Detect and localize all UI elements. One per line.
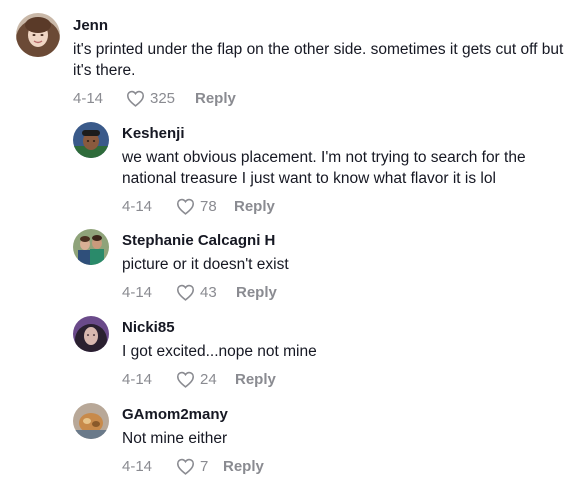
avatar[interactable] (73, 229, 109, 265)
like-count: 43 (200, 283, 217, 301)
like-button[interactable]: 7 (176, 458, 223, 475)
like-button[interactable]: 78 (176, 198, 234, 215)
like-count: 24 (200, 370, 217, 388)
user-avatar-icon (16, 13, 60, 57)
heart-outline-icon (176, 371, 195, 388)
reply-button[interactable]: Reply (195, 90, 236, 107)
avatar[interactable] (73, 122, 109, 158)
heart-outline-icon (126, 90, 145, 107)
reply-button[interactable]: Reply (236, 284, 277, 301)
comment-date: 4-14 (122, 457, 153, 475)
comment-username[interactable]: Jenn (73, 16, 573, 36)
like-button[interactable]: 24 (176, 371, 235, 388)
comment-text: picture or it doesn't exist (122, 256, 289, 273)
comment-username[interactable]: Stephanie Calcagni H (122, 231, 582, 251)
comment-username[interactable]: Keshenji (122, 124, 582, 144)
user-avatar-icon (73, 229, 109, 265)
reply-button[interactable]: Reply (223, 458, 264, 475)
comment-thread: Jenn it's printed under the flap on the … (0, 0, 582, 482)
comment-meta: 4-14 43 Reply (122, 282, 582, 302)
comment-date: 4-14 (122, 370, 153, 388)
comment-date: 4-14 (73, 89, 104, 107)
reply-button[interactable]: Reply (235, 371, 276, 388)
comment-text: Not mine either (122, 430, 228, 447)
user-avatar-icon (73, 122, 109, 158)
user-avatar-icon (73, 403, 109, 439)
comment-date: 4-14 (122, 197, 153, 215)
like-count: 7 (200, 457, 209, 475)
comment-meta: 4-14 24 Reply (122, 369, 582, 389)
comment-meta: 4-14 7 Reply (122, 456, 582, 476)
comment-date: 4-14 (122, 283, 153, 301)
comment-meta: 4-14 78 Reply (122, 196, 582, 216)
like-button[interactable]: 325 (126, 90, 195, 107)
like-count: 78 (200, 197, 217, 215)
comment-text: it's printed under the flap on the other… (73, 41, 564, 79)
like-count: 325 (150, 89, 176, 107)
avatar[interactable] (16, 13, 60, 57)
comment-username[interactable]: Nicki85 (122, 318, 582, 338)
avatar[interactable] (73, 316, 109, 352)
comment-meta: 4-14 325 Reply (73, 88, 573, 108)
comment-username[interactable]: GAmom2many (122, 405, 582, 425)
avatar[interactable] (73, 403, 109, 439)
like-button[interactable]: 43 (176, 284, 236, 301)
comment-text: I got excited...nope not mine (122, 343, 317, 360)
heart-outline-icon (176, 284, 195, 301)
comment-text: we want obvious placement. I'm not tryin… (122, 149, 526, 187)
user-avatar-icon (73, 316, 109, 352)
reply-button[interactable]: Reply (234, 198, 275, 215)
heart-outline-icon (176, 458, 195, 475)
heart-outline-icon (176, 198, 195, 215)
